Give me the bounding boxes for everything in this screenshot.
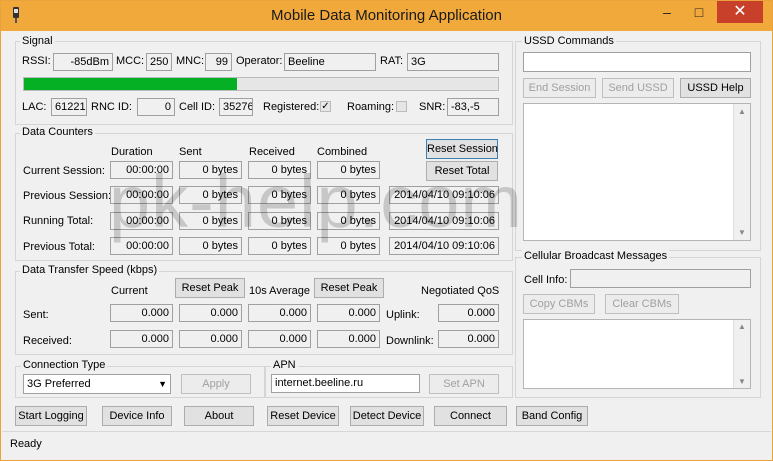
mcc-field: 250	[146, 53, 172, 71]
snr-field: -83,-5	[447, 98, 499, 116]
duration-header: Duration	[111, 146, 153, 158]
scroll-up-icon[interactable]: ▲	[734, 322, 750, 331]
speed-value: 0.000	[248, 330, 311, 348]
sent-header: Sent	[179, 146, 202, 158]
start-logging-button[interactable]: Start Logging	[15, 406, 87, 426]
cbm-scrollbar[interactable]: ▲ ▼	[733, 320, 750, 388]
signal-group-label: Signal	[20, 35, 55, 47]
speed-value: 0.000	[248, 304, 311, 322]
uplink-label: Uplink:	[386, 309, 420, 321]
mnc-field: 99	[205, 53, 232, 71]
speed-value: 0.000	[110, 304, 173, 322]
cbm-messages-box[interactable]: ▲ ▼	[523, 319, 751, 389]
cbm-label: Cellular Broadcast Messages	[522, 250, 670, 262]
ussd-label: USSD Commands	[522, 35, 616, 47]
apn-label: APN	[271, 359, 298, 371]
copy-cbms-button[interactable]: Copy CBMs	[523, 294, 595, 314]
downlink-field: 0.000	[438, 330, 499, 348]
apply-button[interactable]: Apply	[181, 374, 251, 394]
received-header: Received	[249, 146, 295, 158]
lac-field: 61221	[51, 98, 87, 116]
ussd-input[interactable]	[523, 52, 751, 72]
device-info-button[interactable]: Device Info	[102, 406, 172, 426]
rat-label: RAT:	[380, 55, 404, 67]
close-button[interactable]: ✕	[717, 1, 763, 23]
cell-id-label: Cell ID:	[179, 101, 216, 113]
scroll-down-icon[interactable]: ▼	[734, 228, 750, 237]
signal-strength-fill	[24, 78, 238, 90]
about-button[interactable]: About	[184, 406, 254, 426]
connection-type-label: Connection Type	[21, 359, 108, 371]
status-text: Ready	[10, 438, 42, 450]
speed-value: 0.000	[110, 330, 173, 348]
connection-type-value: 3G Preferred	[27, 378, 91, 390]
uplink-field: 0.000	[438, 304, 499, 322]
rssi-label: RSSI:	[22, 55, 51, 67]
reset-device-button[interactable]: Reset Device	[267, 406, 339, 426]
scroll-up-icon[interactable]: ▲	[734, 107, 750, 116]
rssi-field: -85dBm	[53, 53, 113, 71]
rnc-id-field: 0	[137, 98, 175, 116]
reset-peak-average-button[interactable]: Reset Peak	[314, 278, 384, 298]
lac-label: LAC:	[22, 101, 47, 113]
app-window: Mobile Data Monitoring Application – □ ✕…	[0, 0, 773, 461]
apn-input[interactable]: internet.beeline.ru	[271, 374, 420, 393]
reset-peak-current-button[interactable]: Reset Peak	[175, 278, 245, 298]
roaming-checkbox	[396, 101, 407, 112]
send-ussd-button[interactable]: Send USSD	[602, 78, 674, 98]
detect-device-button[interactable]: Detect Device	[350, 406, 424, 426]
speed-value: 0.000	[317, 330, 380, 348]
current-speed-header: Current	[111, 285, 148, 297]
cell-id-field: 35276	[219, 98, 253, 116]
cell-info-field	[570, 269, 751, 288]
rnc-id-label: RNC ID:	[91, 101, 132, 113]
reset-session-button[interactable]: Reset Session	[426, 139, 498, 159]
set-apn-button[interactable]: Set APN	[429, 374, 499, 394]
previous-total-label: Previous Total:	[23, 241, 95, 253]
speed-value: 0.000	[317, 304, 380, 322]
title-bar[interactable]: Mobile Data Monitoring Application – □ ✕	[1, 1, 772, 31]
watermark: pk-help.com	[109, 160, 524, 243]
speed-value: 0.000	[179, 330, 242, 348]
roaming-label: Roaming:	[347, 101, 395, 113]
end-session-button[interactable]: End Session	[523, 78, 596, 98]
operator-label: Operator:	[236, 55, 283, 67]
ussd-response-box[interactable]: ▲ ▼	[523, 103, 751, 241]
registered-label: Registered:	[263, 101, 320, 113]
rat-field: 3G	[407, 53, 499, 71]
connect-button[interactable]: Connect	[434, 406, 507, 426]
cell-info-label: Cell Info:	[524, 274, 568, 286]
combined-header: Combined	[317, 146, 368, 158]
running-total-label: Running Total:	[23, 215, 94, 227]
transfer-speed-label: Data Transfer Speed (kbps)	[20, 264, 160, 276]
ussd-scrollbar[interactable]: ▲ ▼	[733, 104, 750, 240]
chevron-down-icon: ▼	[158, 379, 167, 389]
sent-speed-label: Sent:	[23, 309, 49, 321]
ussd-help-button[interactable]: USSD Help	[680, 78, 751, 98]
clear-cbms-button[interactable]: Clear CBMs	[605, 294, 679, 314]
operator-field: Beeline	[284, 53, 376, 71]
connection-type-select[interactable]: 3G Preferred ▼	[23, 374, 171, 394]
data-counters-label: Data Counters	[20, 126, 95, 138]
signal-strength-bar	[23, 77, 499, 91]
average-speed-header: 10s Average	[249, 285, 310, 297]
band-config-button[interactable]: Band Config	[516, 406, 588, 426]
previous-session-label: Previous Session:	[23, 190, 112, 202]
registered-checkbox: ✓	[320, 101, 331, 112]
mnc-label: MNC:	[176, 55, 205, 67]
scroll-down-icon[interactable]: ▼	[734, 377, 750, 386]
minimize-button[interactable]: –	[651, 1, 683, 23]
downlink-label: Downlink:	[386, 335, 434, 347]
maximize-button[interactable]: □	[683, 1, 715, 23]
snr-label: SNR:	[419, 101, 446, 113]
speed-value: 0.000	[179, 304, 242, 322]
qos-header: Negotiated QoS	[421, 285, 500, 297]
received-speed-label: Received:	[23, 335, 72, 347]
mcc-label: MCC:	[116, 55, 145, 67]
current-session-label: Current Session:	[23, 165, 105, 177]
status-bar: Ready	[2, 431, 771, 460]
